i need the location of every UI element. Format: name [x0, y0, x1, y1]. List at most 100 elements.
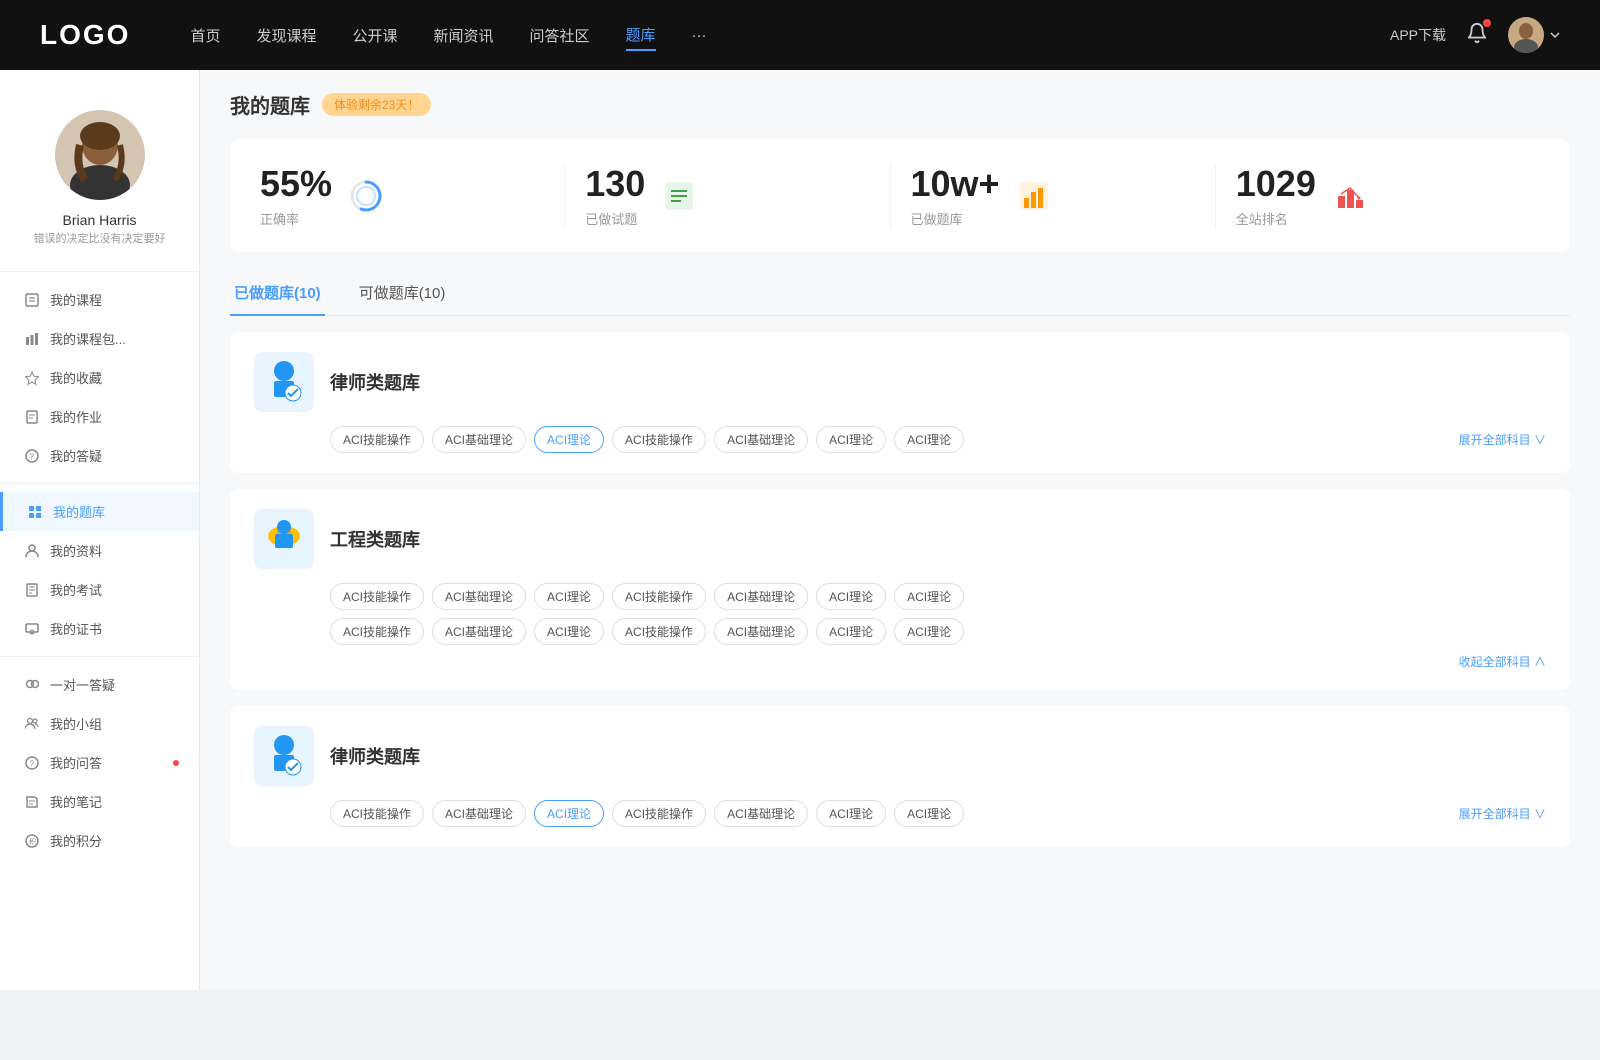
tag-1-12[interactable]: ACI理论: [816, 618, 886, 645]
tag-1-2[interactable]: ACI理论: [534, 583, 604, 610]
stat-site-rank: 1029 全站排名: [1216, 163, 1540, 228]
tag-2-3[interactable]: ACI技能操作: [612, 800, 706, 827]
sidebar-label-favorites: 我的收藏: [50, 368, 102, 387]
tag-0-1[interactable]: ACI基础理论: [432, 426, 526, 453]
tag-0-0[interactable]: ACI技能操作: [330, 426, 424, 453]
notification-dot: [1483, 19, 1491, 27]
tag-1-9[interactable]: ACI理论: [534, 618, 604, 645]
profile-section: Brian Harris 错误的决定比没有决定要好: [0, 90, 199, 263]
site-rank-value: 1029: [1236, 163, 1316, 205]
bank-title-lawyer-2: 律师类题库: [330, 743, 420, 769]
nav-discover[interactable]: 发现课程: [256, 21, 316, 50]
tag-1-7[interactable]: ACI技能操作: [330, 618, 424, 645]
tag-2-4[interactable]: ACI基础理论: [714, 800, 808, 827]
tag-2-5[interactable]: ACI理论: [816, 800, 886, 827]
stats-container: 55% 正确率 130 已做试题: [230, 139, 1570, 252]
sidebar-label-my-qa: 我的答疑: [50, 446, 102, 465]
tag-2-2[interactable]: ACI理论: [534, 800, 604, 827]
tag-0-4[interactable]: ACI基础理论: [714, 426, 808, 453]
app-download-button[interactable]: APP下载: [1390, 25, 1446, 45]
expand-link-0[interactable]: 展开全部科目 ∨: [1459, 431, 1546, 448]
lawyer-icon-2: [254, 726, 314, 786]
sidebar-item-questions[interactable]: ? 我的问答: [0, 743, 199, 782]
sidebar-item-1on1[interactable]: 一对一答疑: [0, 665, 199, 704]
homework-icon: [24, 409, 40, 425]
lawyer-icon-1: [254, 352, 314, 412]
group-icon: [24, 716, 40, 732]
correct-rate-icon: [348, 178, 384, 214]
user-avatar-menu[interactable]: [1508, 17, 1560, 53]
main-header: LOGO 首页 发现课程 公开课 新闻资讯 问答社区 题库 ··· APP下载: [0, 0, 1600, 70]
tag-0-3[interactable]: ACI技能操作: [612, 426, 706, 453]
tag-1-13[interactable]: ACI理论: [894, 618, 964, 645]
sidebar-divider-2: [0, 483, 199, 484]
profile-motto: 错误的决定比没有决定要好: [20, 232, 179, 247]
stat-correct-rate: 55% 正确率: [260, 163, 565, 228]
trial-badge: 体验剩余23天！: [322, 93, 431, 116]
collapse-link-1[interactable]: 收起全部科目 ∧: [254, 653, 1546, 670]
sidebar-item-profile[interactable]: 我的资料: [0, 531, 199, 570]
tag-1-3[interactable]: ACI技能操作: [612, 583, 706, 610]
tag-1-8[interactable]: ACI基础理论: [432, 618, 526, 645]
tag-2-0[interactable]: ACI技能操作: [330, 800, 424, 827]
profile-avatar: [55, 110, 145, 200]
main-nav: 首页 发现课程 公开课 新闻资讯 问答社区 题库 ···: [190, 20, 1390, 51]
tabs-container: 已做题库(10) 可做题库(10): [230, 272, 1570, 316]
tag-2-1[interactable]: ACI基础理论: [432, 800, 526, 827]
svg-text:?: ?: [30, 759, 35, 768]
chevron-down-icon: [1550, 30, 1560, 40]
sidebar-label-certificate: 我的证书: [50, 619, 102, 638]
sidebar-label-group: 我的小组: [50, 714, 102, 733]
nav-question-bank[interactable]: 题库: [626, 20, 656, 51]
done-banks-value: 10w+: [911, 163, 1000, 205]
tag-1-0[interactable]: ACI技能操作: [330, 583, 424, 610]
file-icon: [24, 292, 40, 308]
tag-2-6[interactable]: ACI理论: [894, 800, 964, 827]
nav-news[interactable]: 新闻资讯: [434, 21, 494, 50]
sidebar-label-questions: 我的问答: [50, 753, 102, 772]
nav-home[interactable]: 首页: [190, 21, 220, 50]
sidebar-item-certificate[interactable]: 我的证书: [0, 609, 199, 648]
tab-available-banks[interactable]: 可做题库(10): [355, 272, 450, 315]
site-rank-label: 全站排名: [1236, 209, 1316, 228]
nav-open-course[interactable]: 公开课: [352, 21, 397, 50]
tab-done-banks[interactable]: 已做题库(10): [230, 272, 325, 315]
points-icon: 积: [24, 833, 40, 849]
tag-1-4[interactable]: ACI基础理论: [714, 583, 808, 610]
tag-1-6[interactable]: ACI理论: [894, 583, 964, 610]
nav-more[interactable]: ···: [692, 23, 707, 48]
sidebar-item-notes[interactable]: 我的笔记: [0, 782, 199, 821]
sidebar-item-course[interactable]: 我的课程: [0, 280, 199, 319]
logo[interactable]: LOGO: [40, 19, 130, 51]
notification-bell[interactable]: [1466, 22, 1488, 49]
sidebar-item-question-bank[interactable]: 我的题库: [0, 492, 199, 531]
main-layout: Brian Harris 错误的决定比没有决定要好 我的课程: [0, 70, 1600, 990]
tag-1-1[interactable]: ACI基础理论: [432, 583, 526, 610]
main-content: 我的题库 体验剩余23天！ 55% 正确率: [200, 70, 1600, 990]
sidebar-item-favorites[interactable]: 我的收藏: [0, 358, 199, 397]
tag-1-11[interactable]: ACI基础理论: [714, 618, 808, 645]
sidebar-label-homework: 我的作业: [50, 407, 102, 426]
sidebar-item-my-qa[interactable]: ? 我的答疑: [0, 436, 199, 475]
bank-card-lawyer-1: 律师类题库 ACI技能操作 ACI基础理论 ACI理论 ACI技能操作 ACI基…: [230, 332, 1570, 473]
done-questions-value: 130: [585, 163, 645, 205]
questions-badge: [173, 760, 179, 766]
done-questions-label: 已做试题: [585, 209, 645, 228]
note-icon: [24, 794, 40, 810]
tag-0-5[interactable]: ACI理论: [816, 426, 886, 453]
tag-1-10[interactable]: ACI技能操作: [612, 618, 706, 645]
bank-card-lawyer-1-header: 律师类题库: [254, 352, 1546, 412]
tag-0-2[interactable]: ACI理论: [534, 426, 604, 453]
expand-link-2[interactable]: 展开全部科目 ∨: [1459, 805, 1546, 822]
sidebar-item-group[interactable]: 我的小组: [0, 704, 199, 743]
sidebar-item-exam[interactable]: 我的考试: [0, 570, 199, 609]
sidebar-item-course-pkg[interactable]: 我的课程包...: [0, 319, 199, 358]
svg-text:?: ?: [30, 452, 35, 461]
tag-1-5[interactable]: ACI理论: [816, 583, 886, 610]
star-icon: [24, 370, 40, 386]
nav-qa[interactable]: 问答社区: [530, 21, 590, 50]
sidebar-item-points[interactable]: 积 我的积分: [0, 821, 199, 860]
sidebar-item-homework[interactable]: 我的作业: [0, 397, 199, 436]
tag-0-6[interactable]: ACI理论: [894, 426, 964, 453]
correct-rate-value: 55%: [260, 163, 332, 205]
